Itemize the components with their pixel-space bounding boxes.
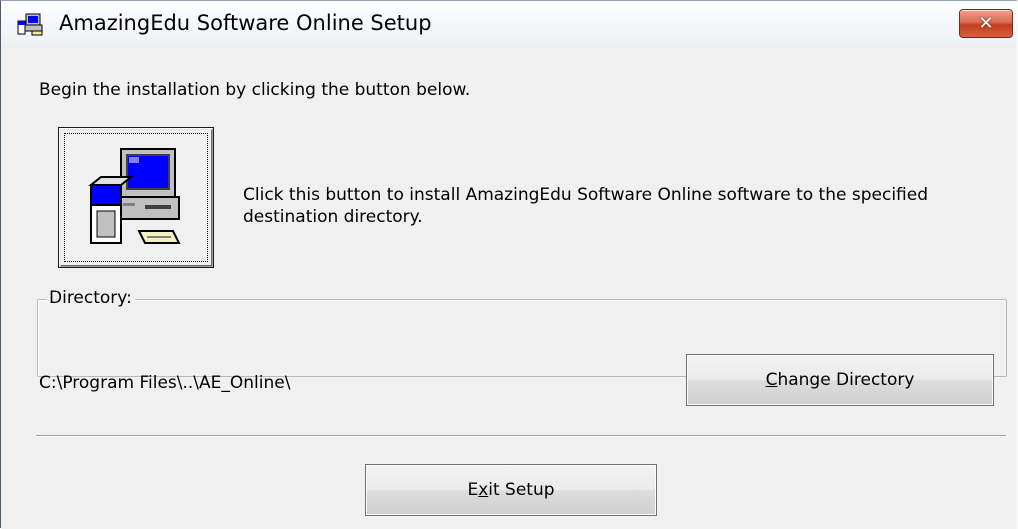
exit-label-end: it Setup bbox=[488, 480, 555, 500]
close-button[interactable]: ✕ bbox=[959, 9, 1013, 38]
install-description: Click this button to install AmazingEdu … bbox=[243, 185, 928, 227]
setup-computer-icon bbox=[17, 13, 43, 36]
setup-computer-icon bbox=[88, 148, 181, 244]
change-directory-button[interactable]: Change Directory bbox=[686, 354, 994, 406]
directory-path: C:\Program Files\..\AE_Online\ bbox=[39, 373, 291, 393]
install-button[interactable] bbox=[58, 127, 214, 268]
close-icon: ✕ bbox=[978, 13, 994, 34]
separator bbox=[36, 435, 1006, 437]
change-directory-label: hange Directory bbox=[777, 370, 915, 390]
exit-mnemonic: x bbox=[478, 480, 489, 500]
exit-label-start: E bbox=[467, 480, 479, 500]
directory-label: Directory: bbox=[47, 288, 135, 308]
exit-setup-button[interactable]: Exit Setup bbox=[365, 464, 657, 516]
title-bar[interactable]: AmazingEdu Software Online Setup ✕ bbox=[1, 1, 1017, 44]
window-title: AmazingEdu Software Online Setup bbox=[59, 11, 432, 35]
instruction-text: Begin the installation by clicking the b… bbox=[39, 80, 471, 100]
dialog-body: Begin the installation by clicking the b… bbox=[1, 44, 1017, 529]
change-directory-mnemonic: C bbox=[765, 370, 778, 390]
setup-dialog: AmazingEdu Software Online Setup ✕ Begin… bbox=[0, 0, 1017, 529]
